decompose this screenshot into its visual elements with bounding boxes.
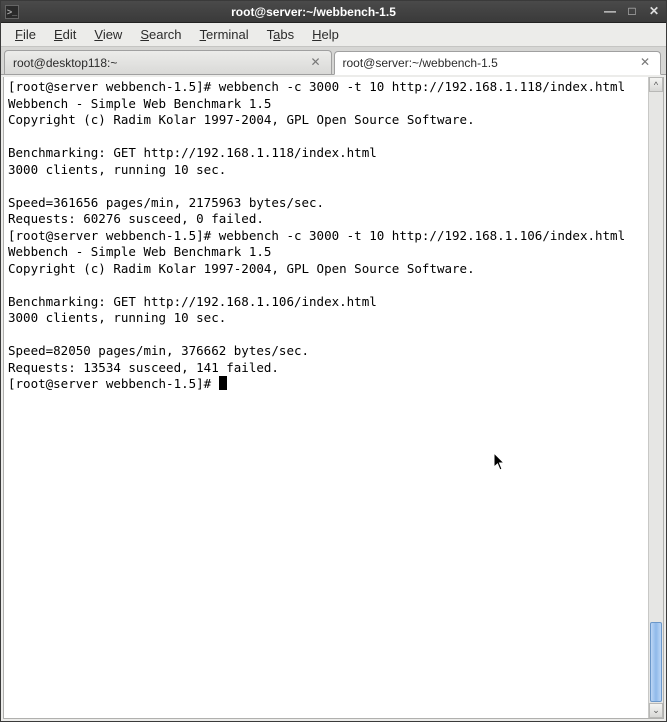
menu-search[interactable]: Search (132, 25, 189, 44)
menu-terminal[interactable]: Terminal (192, 25, 257, 44)
menu-view[interactable]: View (86, 25, 130, 44)
terminal-window: >_ root@server:~/webbench-1.5 — □ ✕ File… (0, 0, 667, 722)
terminal-output[interactable]: [root@server webbench-1.5]# webbench -c … (4, 77, 648, 718)
window-title: root@server:~/webbench-1.5 (25, 5, 602, 19)
window-controls: — □ ✕ (602, 5, 662, 19)
scroll-down-button[interactable]: ⌄ (649, 703, 663, 718)
menu-tabs[interactable]: Tabs (259, 25, 302, 44)
tab-close-icon[interactable]: ✕ (309, 56, 323, 70)
tab-label: root@server:~/webbench-1.5 (343, 56, 639, 70)
tabbar: root@desktop118:~ ✕ root@server:~/webben… (1, 47, 666, 75)
app-icon: >_ (5, 5, 19, 19)
terminal-cursor (219, 376, 227, 390)
scrollbar[interactable]: ^ ⌄ (648, 77, 663, 718)
menubar: File Edit View Search Terminal Tabs Help (1, 23, 666, 47)
tab-server-webbench[interactable]: root@server:~/webbench-1.5 ✕ (334, 51, 662, 75)
terminal-area: [root@server webbench-1.5]# webbench -c … (3, 77, 664, 719)
tab-desktop118[interactable]: root@desktop118:~ ✕ (4, 50, 332, 74)
scroll-thumb[interactable] (650, 622, 662, 702)
menu-help[interactable]: Help (304, 25, 347, 44)
tab-close-icon[interactable]: ✕ (638, 56, 652, 70)
tab-label: root@desktop118:~ (13, 56, 309, 70)
menu-edit[interactable]: Edit (46, 25, 84, 44)
scroll-up-button[interactable]: ^ (649, 77, 663, 92)
close-button[interactable]: ✕ (646, 5, 662, 19)
menu-file[interactable]: File (7, 25, 44, 44)
titlebar[interactable]: >_ root@server:~/webbench-1.5 — □ ✕ (1, 1, 666, 23)
maximize-button[interactable]: □ (624, 5, 640, 19)
minimize-button[interactable]: — (602, 5, 618, 19)
